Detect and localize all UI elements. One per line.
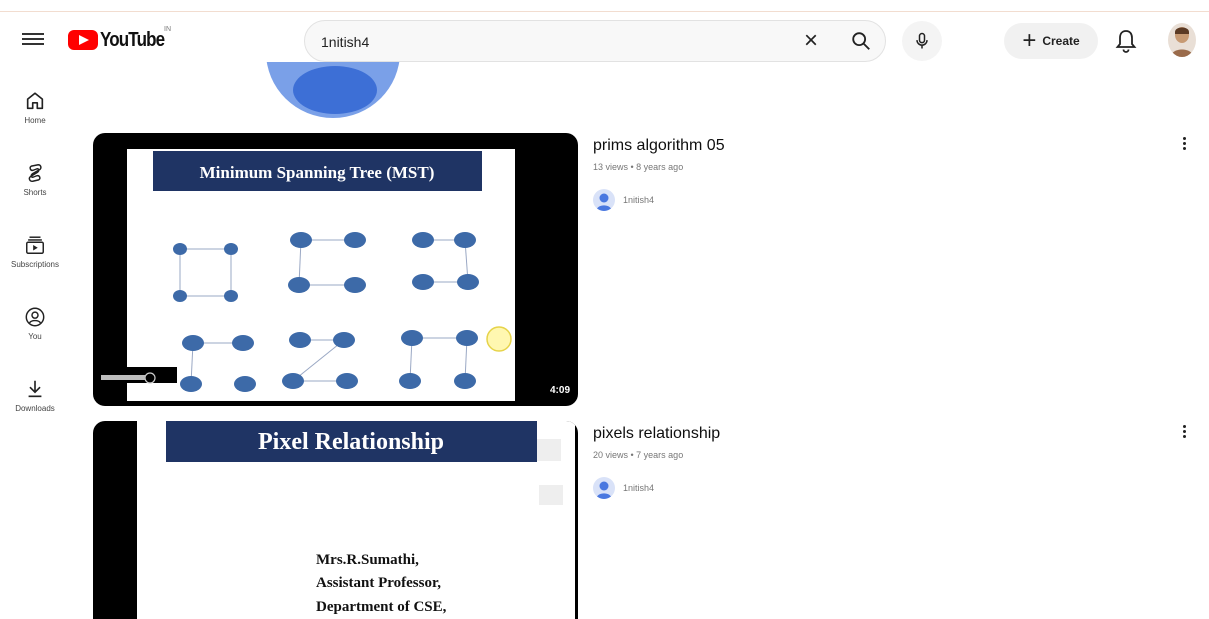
sidebar-item-home[interactable]: Home xyxy=(0,84,70,144)
youtube-logo[interactable]: YouTube IN xyxy=(68,26,176,52)
search-button[interactable] xyxy=(838,23,884,59)
sidebar-item-label: Home xyxy=(24,116,46,125)
default-avatar-icon xyxy=(596,481,612,499)
slide-heading: Pixel Relationship xyxy=(258,429,444,455)
video-title[interactable]: pixels relationship xyxy=(593,425,720,443)
you-icon xyxy=(25,307,45,327)
menu-icon[interactable] xyxy=(22,30,44,50)
logo-country-code: IN xyxy=(164,26,171,33)
partial-thumbnail-graphic xyxy=(266,62,400,118)
account-avatar[interactable] xyxy=(1168,23,1196,57)
video-meta: 13 views • 8 years ago xyxy=(593,162,684,172)
search-input[interactable] xyxy=(321,30,771,54)
sidebar-item-label: Subscriptions xyxy=(10,260,60,269)
video-title[interactable]: prims algorithm 05 xyxy=(593,137,725,155)
youtube-play-icon xyxy=(68,30,98,50)
slide-line: Assistant Professor, xyxy=(316,575,441,591)
video-thumbnail[interactable]: Minimum Spanning Tree (MST) 4:09 xyxy=(93,133,578,406)
search-icon xyxy=(852,32,870,50)
mst-slide-image: Minimum Spanning Tree (MST) xyxy=(99,149,515,401)
search-box: × xyxy=(304,20,886,62)
masthead: YouTube IN × + Create xyxy=(0,0,1209,80)
video-duration: 4:09 xyxy=(549,385,570,396)
create-label: Create xyxy=(1042,34,1080,48)
channel-name: 1nitish4 xyxy=(623,195,655,205)
logo-text: YouTube xyxy=(100,28,165,51)
default-avatar-icon xyxy=(596,193,612,211)
more-actions-button[interactable] xyxy=(1172,419,1196,443)
download-icon xyxy=(28,380,42,398)
notifications-button[interactable] xyxy=(1114,28,1138,54)
video-thumbnail[interactable]: Pixel Relationship Mrs.R.Sumathi, Assist… xyxy=(93,421,578,619)
top-divider xyxy=(0,11,1209,12)
subscriptions-icon xyxy=(26,236,44,254)
microphone-icon xyxy=(916,32,928,49)
sidebar-item-you[interactable]: You xyxy=(0,300,70,360)
plus-icon: + xyxy=(1022,27,1037,54)
more-actions-button[interactable] xyxy=(1172,131,1196,155)
sidebar-item-shorts[interactable]: Shorts xyxy=(0,156,70,216)
shorts-icon xyxy=(28,164,42,182)
profile-photo-icon xyxy=(1168,23,1196,57)
channel-link[interactable]: 1nitish4 xyxy=(593,189,654,211)
slide-line: Department of CSE, xyxy=(316,599,447,615)
voice-search-button[interactable] xyxy=(902,21,942,61)
pixel-slide-image: Pixel Relationship Mrs.R.Sumathi, Assist… xyxy=(137,421,575,619)
video-meta: 20 views • 7 years ago xyxy=(593,450,684,460)
channel-link[interactable]: 1nitish4 xyxy=(593,477,654,499)
create-button[interactable]: + Create xyxy=(1004,23,1098,59)
previous-video-thumbnail[interactable] xyxy=(266,62,400,118)
sidebar-item-label: You xyxy=(28,332,42,341)
channel-avatar xyxy=(593,477,615,499)
sidebar-item-label: Shorts xyxy=(23,188,47,197)
sidebar: Home Shorts Subscriptions You Downloads xyxy=(0,80,70,619)
home-icon xyxy=(26,92,44,110)
bell-icon xyxy=(1115,30,1137,53)
clear-search-icon[interactable]: × xyxy=(799,29,823,53)
sidebar-item-subscriptions[interactable]: Subscriptions xyxy=(0,228,70,288)
sidebar-item-label: Downloads xyxy=(15,404,55,413)
slide-heading: Minimum Spanning Tree (MST) xyxy=(200,163,435,182)
channel-avatar xyxy=(593,189,615,211)
slide-line: Mrs.R.Sumathi, xyxy=(316,552,419,568)
channel-name: 1nitish4 xyxy=(623,483,655,493)
sidebar-item-downloads[interactable]: Downloads xyxy=(0,372,70,432)
